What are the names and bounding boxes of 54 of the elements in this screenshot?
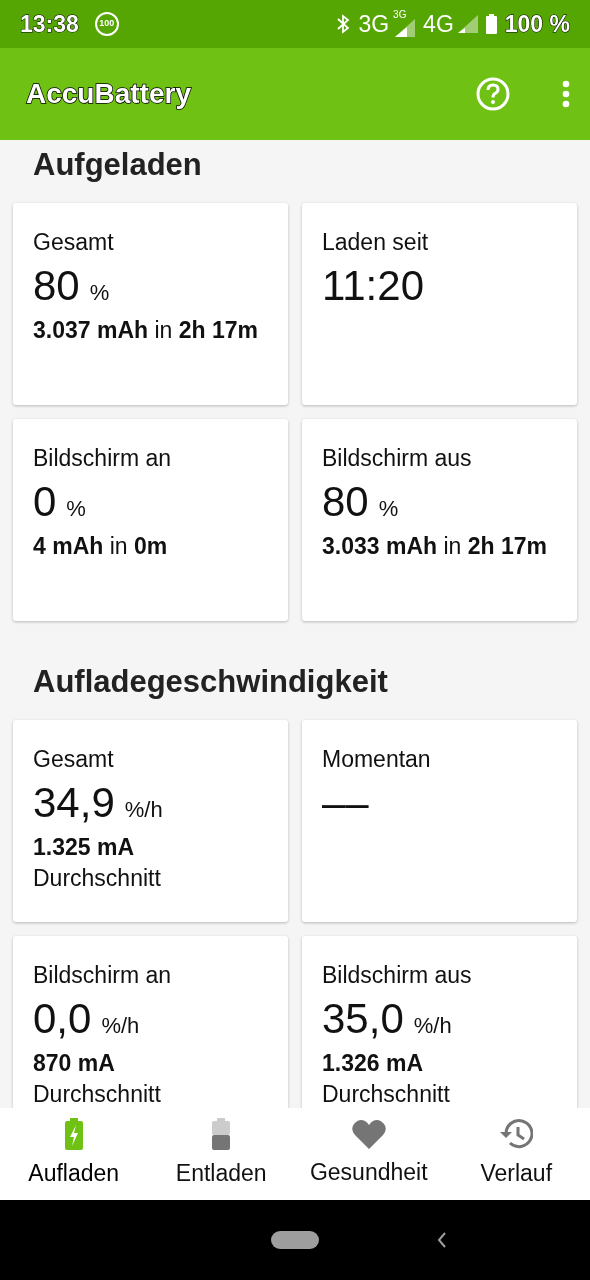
battery-percent: 100 % xyxy=(504,9,570,39)
network-label: 3G xyxy=(358,9,390,39)
card-label: Bildschirm aus xyxy=(322,445,473,473)
stat-value: 11:20 xyxy=(322,260,424,311)
section-title: Aufgeladen xyxy=(32,146,203,184)
stat-value: 80 xyxy=(322,476,369,527)
nav-tab[interactable]: Gesundheit xyxy=(295,1108,443,1200)
signal-icon xyxy=(457,15,478,33)
stat-value: 34,9 xyxy=(33,777,115,828)
stat-value: ‒‒ xyxy=(322,777,369,828)
card-label: Gesamt xyxy=(33,229,115,257)
nav-tab[interactable]: Aufladen xyxy=(0,1108,148,1200)
stat-note: Durchschnitt xyxy=(33,864,162,894)
card-label: Bildschirm aus xyxy=(322,962,473,990)
stat-value: 80 xyxy=(33,260,80,311)
unit-label: % xyxy=(66,495,86,523)
back-button[interactable] xyxy=(436,1231,448,1249)
section-title: Aufladegeschwindigkeit xyxy=(32,663,389,701)
card-label: Momentan xyxy=(322,746,432,774)
signal-icon xyxy=(395,19,416,37)
battery-icon xyxy=(212,1117,231,1150)
stat-detail: 4 mAh in 0m xyxy=(33,532,169,562)
stat-detail: 3.033 mAh in 2h 17m xyxy=(322,532,548,562)
card-label: Laden seit xyxy=(322,229,430,257)
unit-label: %/h xyxy=(101,1012,140,1040)
unit-label: % xyxy=(378,495,399,523)
card-label: Bildschirm an xyxy=(33,962,173,990)
stat-note: Durchschnitt xyxy=(322,1080,451,1108)
heart-icon xyxy=(351,1118,386,1149)
notification-badge: 100 xyxy=(94,12,119,36)
unit-label: %/h xyxy=(413,1012,452,1040)
history-icon xyxy=(499,1117,534,1150)
nav-tab[interactable]: Entladen xyxy=(147,1108,295,1200)
stat-detail: 3.037 mAh in 2h 17m xyxy=(33,316,259,346)
stat-value: 0 xyxy=(33,476,57,527)
stat-detail: 1.326 mA xyxy=(322,1049,424,1079)
battery-icon xyxy=(485,14,497,34)
stat-note: Durchschnitt xyxy=(33,1080,162,1108)
unit-label: % xyxy=(89,279,110,307)
charging-battery-icon xyxy=(64,1117,83,1150)
nav-tab[interactable]: Verlauf xyxy=(442,1108,590,1200)
bluetooth-icon xyxy=(336,14,351,34)
network-label: 4G xyxy=(423,9,454,39)
card-label: Bildschirm an xyxy=(33,445,173,473)
unit-label: %/h xyxy=(124,796,163,824)
network-label: 3G xyxy=(393,8,407,22)
card-label: Gesamt xyxy=(33,746,115,774)
stat-detail: 870 mA xyxy=(33,1049,116,1079)
status-time: 13:38 xyxy=(20,9,79,39)
stat-value: 0,0 xyxy=(33,993,92,1044)
home-button[interactable] xyxy=(271,1231,319,1249)
stat-value: 35,0 xyxy=(322,993,404,1044)
app-title: AccuBattery xyxy=(26,77,191,111)
stat-detail: 1.325 mA xyxy=(33,833,135,863)
